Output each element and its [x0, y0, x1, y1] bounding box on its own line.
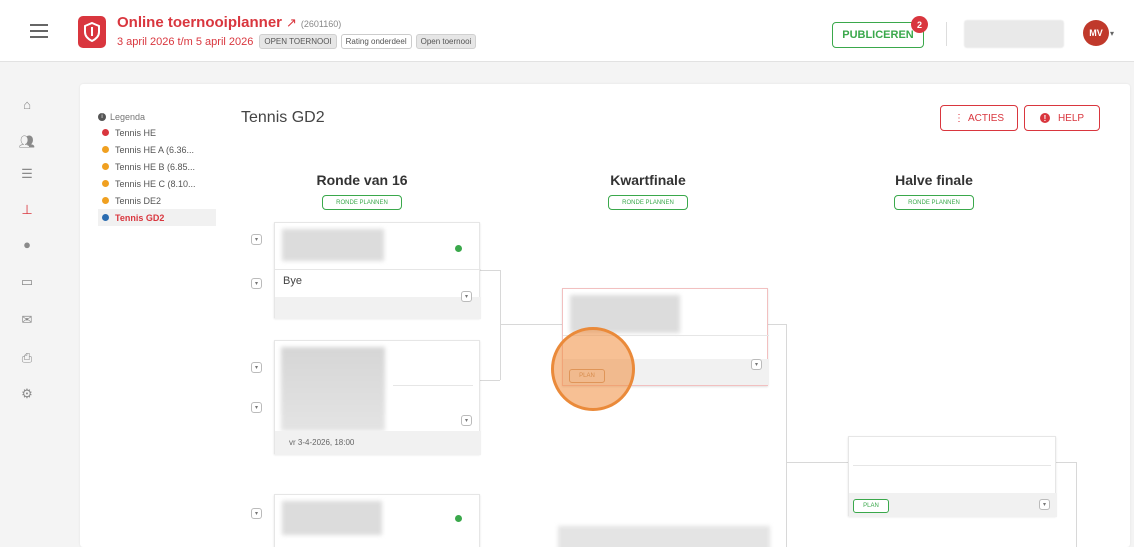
legend-item-tennis-gd2[interactable]: Tennis GD2 — [98, 209, 216, 226]
side-nav: ⌂ 👥︎ ☰ ⊥ ● ▭ ✉ ⎙ ⚙ — [0, 63, 56, 547]
connector — [480, 380, 500, 381]
match-card-sf-1[interactable]: PLAN ▾ — [848, 436, 1057, 517]
draw-card: i Legenda Tennis HE Tennis HE A (6.36...… — [80, 84, 1130, 547]
match-options-button[interactable]: ▾ — [251, 278, 262, 289]
player-name-redacted — [282, 229, 384, 261]
legend-label: Tennis HE C (8.10... — [115, 178, 196, 189]
help-label: HELP — [1057, 112, 1085, 124]
match-menu-button[interactable]: ▾ — [751, 359, 762, 370]
home-icon[interactable]: ⌂ — [14, 91, 40, 117]
legend-item-tennis-de2[interactable]: Tennis DE2 — [98, 192, 216, 209]
legend-item-tennis-he-b[interactable]: Tennis HE B (6.85... — [98, 158, 216, 175]
legend-label: Tennis GD2 — [115, 212, 165, 223]
shield-logo-icon[interactable] — [78, 16, 106, 48]
legend-dot — [102, 180, 109, 187]
legend-label: Tennis DE2 — [115, 195, 162, 206]
player-name-redacted — [558, 526, 770, 547]
monitor-icon[interactable]: ▭ — [14, 269, 40, 295]
connector — [1056, 462, 1076, 463]
external-link-icon[interactable]: ↗ — [286, 15, 297, 31]
actions-button[interactable]: ⋮ ACTIES — [940, 105, 1018, 131]
tag-rating-onderdeel: Rating onderdeel — [340, 34, 412, 49]
avatar[interactable]: MV — [1083, 20, 1109, 46]
legend-dot — [102, 197, 109, 204]
legend-title: Legenda — [110, 112, 146, 122]
tournament-dates: 3 april 2026 t/m 5 april 2026 — [117, 35, 254, 48]
round-title-r16: Ronde van 16 — [316, 172, 408, 188]
mail-icon[interactable]: ✉ — [14, 307, 40, 333]
draw-title: Tennis GD2 — [241, 109, 325, 126]
click-highlight — [551, 327, 635, 411]
match-options-button[interactable]: ▾ — [251, 362, 262, 373]
player-names-redacted — [281, 347, 385, 431]
legend-item-tennis-he-a[interactable]: Tennis HE A (6.36... — [98, 141, 216, 158]
connector — [786, 324, 787, 547]
actions-label: ACTIES — [967, 112, 1005, 124]
menu-icon[interactable] — [30, 24, 48, 40]
legend-item-tennis-he-c[interactable]: Tennis HE C (8.10... — [98, 175, 216, 192]
tag-open-toernooi: OPEN TOERNOOI — [259, 34, 337, 49]
connector — [1076, 462, 1077, 547]
legend-label: Tennis HE A (6.36... — [115, 144, 195, 155]
connector — [500, 324, 562, 325]
match-card-r16-1[interactable]: Bye ▾ — [274, 222, 481, 319]
legend-header: i Legenda — [98, 110, 216, 124]
match-time: vr 3-4-2026, 18:00 — [289, 438, 355, 447]
gear-icon[interactable]: ⚙ — [14, 381, 40, 407]
status-dot — [455, 245, 462, 252]
chevron-down-icon[interactable]: ▾ — [1110, 29, 1114, 38]
plan-round-r16-button[interactable]: RONDE PLANNEN — [322, 195, 402, 210]
user-name-redacted[interactable] — [964, 20, 1064, 48]
bracket-icon[interactable]: ⊥ — [14, 197, 40, 223]
plan-round-qf-button[interactable]: RONDE PLANNEN — [608, 195, 688, 210]
match-footer — [275, 297, 481, 319]
match-card-qf-2[interactable] — [558, 526, 770, 547]
match-separator — [853, 465, 1051, 466]
connector — [766, 324, 786, 325]
list-icon[interactable]: ☰ — [14, 161, 40, 187]
tournament-id: (2601160) — [300, 19, 342, 29]
round-title-qf: Kwartfinale — [610, 172, 686, 188]
app-header: Online toernooiplanner ↗ (2601160) 3 apr… — [0, 6, 1134, 62]
legend-dot — [102, 129, 109, 136]
plan-match-button[interactable]: PLAN — [853, 499, 889, 513]
connector — [480, 270, 500, 271]
match-options-button[interactable]: ▾ — [251, 508, 262, 519]
match-options-button[interactable]: ▾ — [251, 402, 262, 413]
round-title-sf: Halve finale — [895, 172, 973, 188]
connector — [500, 270, 501, 380]
publish-badge: 2 — [911, 16, 928, 33]
help-button[interactable]: ! HELP — [1024, 105, 1100, 131]
status-dot — [455, 515, 462, 522]
info-icon: i — [98, 113, 106, 121]
legend: i Legenda Tennis HE Tennis HE A (6.36...… — [98, 110, 216, 226]
match-card-r16-3[interactable] — [274, 494, 480, 547]
legend-label: Tennis HE B (6.85... — [115, 161, 196, 172]
match-separator — [275, 269, 481, 270]
connector — [786, 462, 848, 463]
print-icon[interactable]: ⎙ — [14, 345, 40, 371]
header-divider — [946, 22, 947, 46]
app-title[interactable]: Online toernooiplanner — [117, 14, 282, 31]
match-menu-button[interactable]: ▾ — [461, 415, 472, 426]
legend-dot — [102, 163, 109, 170]
users-icon[interactable]: 👥︎ — [14, 129, 40, 155]
legend-dot — [102, 146, 109, 153]
player-name-redacted — [282, 501, 382, 535]
match-options-button[interactable]: ▾ — [251, 234, 262, 245]
match-menu-button[interactable]: ▾ — [461, 291, 472, 302]
help-icon: ! — [1039, 113, 1050, 123]
ball-icon[interactable]: ● — [14, 231, 40, 257]
match-separator — [393, 385, 473, 386]
plan-round-sf-button[interactable]: RONDE PLANNEN — [894, 195, 974, 210]
player-bye: Bye — [283, 275, 302, 287]
legend-label: Tennis HE — [115, 127, 157, 138]
match-menu-button[interactable]: ▾ — [1039, 499, 1050, 510]
legend-dot — [102, 214, 109, 221]
match-card-r16-2[interactable]: vr 3-4-2026, 18:00 ▾ — [274, 340, 481, 455]
tag-open-toernooi-2: Open toernooi — [415, 34, 477, 49]
legend-item-tennis-he[interactable]: Tennis HE — [98, 124, 216, 141]
